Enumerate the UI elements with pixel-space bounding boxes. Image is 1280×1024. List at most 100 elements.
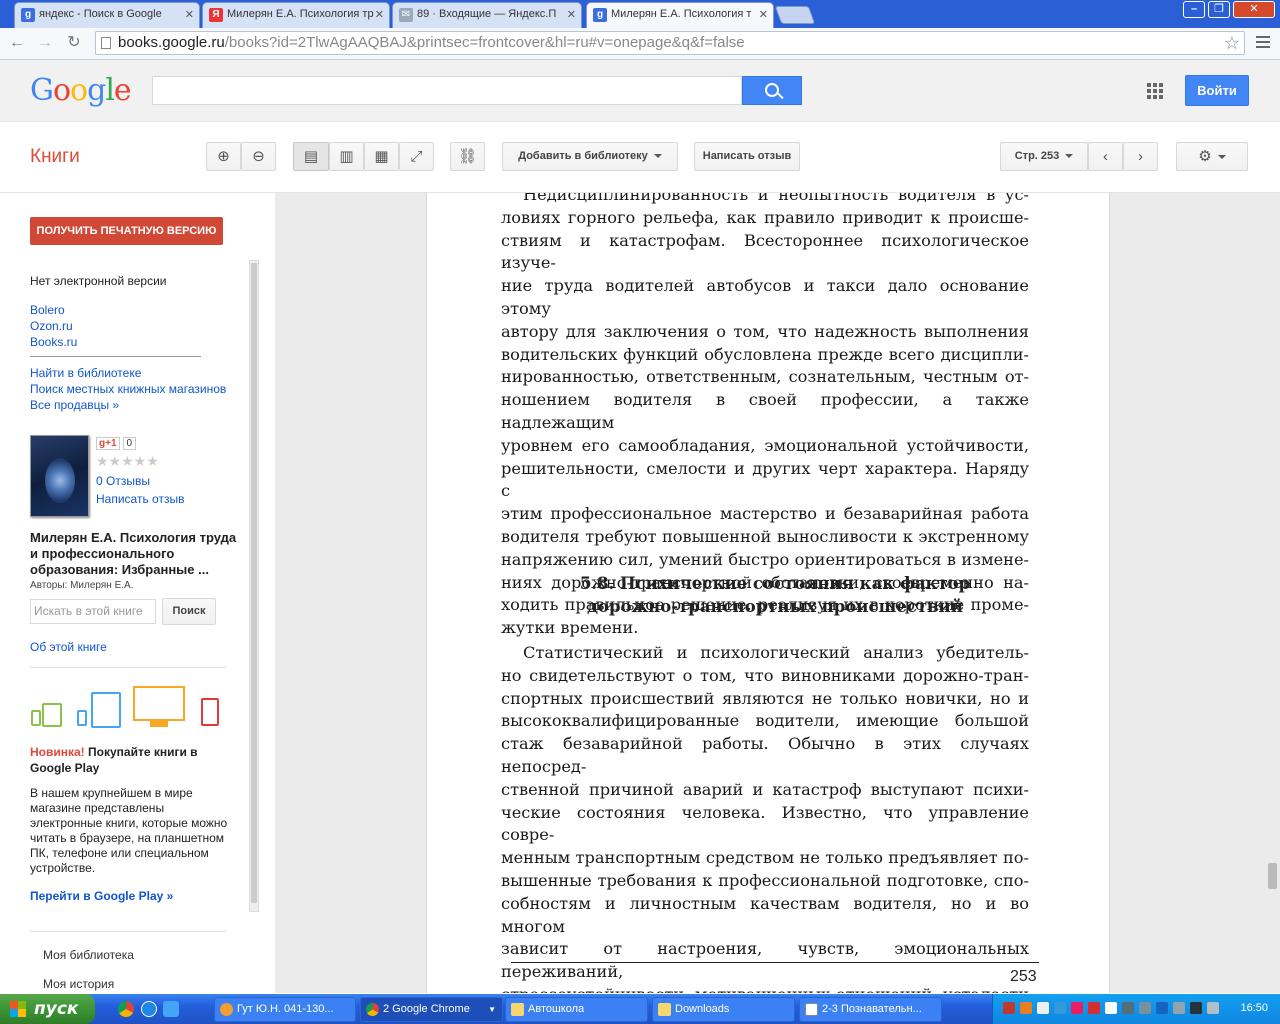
start-button[interactable]: пуск <box>0 994 95 1024</box>
chevron-down-icon: ▼ <box>488 1005 496 1014</box>
gplus-label: g+1 <box>96 437 120 450</box>
text-line: нированностью, ответственным, сознательн… <box>501 367 1029 387</box>
sign-in-button[interactable]: Войти <box>1185 75 1249 106</box>
write-review-button[interactable]: Написать отзыв <box>694 142 800 171</box>
divider <box>30 667 226 668</box>
new-tab-button[interactable] <box>774 6 816 24</box>
chrome-menu-icon[interactable] <box>1256 36 1270 51</box>
local-stores-link[interactable]: Поиск местных книжных магазинов <box>30 382 226 396</box>
url-path: /books?id=2TlwAgAAQBAJ&printsec=frontcov… <box>224 34 745 51</box>
google-search-input[interactable] <box>152 76 742 105</box>
search-in-book-input[interactable]: Искать в этой книге <box>30 599 156 624</box>
single-page-view-icon[interactable]: ▤ <box>293 142 329 171</box>
my-history-link[interactable]: Моя история <box>43 977 114 991</box>
folder-icon <box>658 1003 671 1016</box>
zoom-in-icon[interactable]: ⊕ <box>206 142 241 171</box>
volume-icon[interactable] <box>1190 1002 1202 1014</box>
seller-link-ozon[interactable]: Ozon.ru <box>30 319 73 333</box>
thumbnail-view-icon[interactable]: ▦ <box>364 142 399 171</box>
reviews-count-link[interactable]: 0 Отзывы <box>96 474 150 488</box>
seller-link-bolero[interactable]: Bolero <box>30 303 65 317</box>
minimize-window-button[interactable]: – <box>1183 1 1205 18</box>
chrome-quicklaunch-icon[interactable] <box>118 1001 134 1017</box>
tray-app-icon[interactable] <box>1020 1002 1032 1014</box>
zoom-out-icon[interactable]: ⊖ <box>241 142 276 171</box>
link-icon[interactable]: ⛓ <box>450 142 485 171</box>
search-button[interactable] <box>742 76 802 105</box>
phone-icon <box>77 710 87 726</box>
tray-app-icon[interactable] <box>1088 1002 1100 1014</box>
tab-title: Милерян Е.А. Психология тр <box>227 8 374 20</box>
get-print-version-button[interactable]: ПОЛУЧИТЬ ПЕЧАТНУЮ ВЕРСИЮ <box>30 217 223 245</box>
close-tab-icon[interactable]: ✕ <box>375 8 384 21</box>
close-tab-icon[interactable]: ✕ <box>759 8 768 21</box>
books-sidebar: ПОЛУЧИТЬ ПЕЧАТНУЮ ВЕРСИЮ Нет электронной… <box>0 193 274 993</box>
close-tab-icon[interactable]: ✕ <box>567 8 576 21</box>
app-quicklaunch-icon[interactable] <box>163 1001 179 1017</box>
previous-page-icon[interactable]: ‹ <box>1088 142 1123 171</box>
settings-gear-icon[interactable]: ⚙ <box>1176 142 1248 171</box>
forward-arrow-icon[interactable]: → <box>34 32 56 54</box>
about-book-link[interactable]: Об этой книге <box>30 640 107 654</box>
two-page-view-icon[interactable]: ▥ <box>329 142 364 171</box>
text-line: спортных происшествий являются не только… <box>501 688 1029 708</box>
gplus-button[interactable]: g+1 0 <box>96 437 137 451</box>
my-library-link[interactable]: Моя библиотека <box>43 948 134 962</box>
tray-app-icon[interactable] <box>1003 1002 1015 1014</box>
page-paragraph-2: Статистический и психологический анализ … <box>501 642 1029 993</box>
add-to-library-label: Добавить в библиотеку <box>518 150 648 162</box>
search-icon <box>765 83 779 97</box>
tab-yandex-search[interactable]: g яндекс - Поиск в Google ✕ <box>14 2 200 28</box>
tab-mileryan-active[interactable]: g Милерян Е.А. Психология т ✕ <box>586 2 774 28</box>
tray-app-icon[interactable] <box>1156 1002 1168 1014</box>
google-logo[interactable]: Google <box>30 73 132 108</box>
tray-app-icon[interactable] <box>1139 1002 1151 1014</box>
tray-app-icon[interactable] <box>1071 1002 1083 1014</box>
tablet-icon <box>91 692 121 728</box>
next-page-icon[interactable]: › <box>1123 142 1158 171</box>
apps-grid-icon[interactable] <box>1147 83 1163 99</box>
close-window-button[interactable]: ✕ <box>1233 1 1275 18</box>
network-icon[interactable] <box>1122 1002 1134 1014</box>
phone-icon <box>31 710 41 726</box>
scrollbar-thumb[interactable] <box>251 263 257 903</box>
book-page-viewer[interactable]: Недисциплинированность и неопытность вод… <box>275 193 1280 993</box>
back-arrow-icon[interactable]: ← <box>6 32 28 54</box>
tray-app-icon[interactable] <box>1105 1002 1117 1014</box>
bookmark-star-icon[interactable]: ☆ <box>1224 32 1240 54</box>
book-cover-thumbnail[interactable] <box>30 435 89 517</box>
seller-link-books[interactable]: Books.ru <box>30 335 77 349</box>
ie-quicklaunch-icon[interactable] <box>141 1001 157 1017</box>
maximize-window-button[interactable]: ❐ <box>1208 1 1230 18</box>
gplus-count: 0 <box>122 437 137 450</box>
sidebar-scrollbar[interactable] <box>249 260 259 912</box>
books-section-title[interactable]: Книги <box>30 146 80 168</box>
fullscreen-icon[interactable]: ⤢ <box>399 142 434 171</box>
taskbar-item-document[interactable]: 2-3 Познавательн... <box>799 997 942 1022</box>
tray-app-icon[interactable] <box>1054 1002 1066 1014</box>
windows-taskbar: пуск Гут Ю.Н. 041-130... 2 Google Chrome… <box>0 994 1280 1024</box>
add-to-library-button[interactable]: Добавить в библиотеку <box>502 142 678 171</box>
all-sellers-link[interactable]: Все продавцы » <box>30 398 119 412</box>
reload-icon[interactable]: ↻ <box>63 32 85 54</box>
close-tab-icon[interactable]: ✕ <box>185 8 194 21</box>
page-select-button[interactable]: Стр. 253 <box>1000 142 1088 171</box>
search-in-book-button[interactable]: Поиск <box>162 598 216 625</box>
tray-app-icon[interactable] <box>1173 1002 1185 1014</box>
browser-tab-strip: g яндекс - Поиск в Google ✕ Я Милерян Е.… <box>0 0 1280 28</box>
folder-icon <box>511 1003 524 1016</box>
tray-app-icon[interactable] <box>1207 1002 1219 1014</box>
taskbar-item-pdf[interactable]: Гут Ю.Н. 041-130... <box>214 997 356 1022</box>
find-in-library-link[interactable]: Найти в библиотеке <box>30 366 141 380</box>
tray-app-icon[interactable] <box>1037 1002 1049 1014</box>
google-play-link[interactable]: Перейти в Google Play » <box>30 889 173 903</box>
tab-yandex-mail[interactable]: ✉ 89 · Входящие — Яндекс.П ✕ <box>392 2 582 28</box>
taskbar-item-downloads[interactable]: Downloads <box>652 997 795 1022</box>
taskbar-item-chrome[interactable]: 2 Google Chrome ▼ <box>360 997 503 1022</box>
address-bar[interactable]: books.google.ru/books?id=2TlwAgAAQBAJ&pr… <box>95 31 1245 55</box>
tab-mileryan-1[interactable]: Я Милерян Е.А. Психология тр ✕ <box>202 2 390 28</box>
write-review-link[interactable]: Написать отзыв <box>96 492 184 506</box>
taskbar-item-autoschool[interactable]: Автошкола <box>505 997 648 1022</box>
text-line: менным транспортным средством не только … <box>501 848 1029 868</box>
viewer-scrollbar-thumb[interactable] <box>1268 863 1277 889</box>
